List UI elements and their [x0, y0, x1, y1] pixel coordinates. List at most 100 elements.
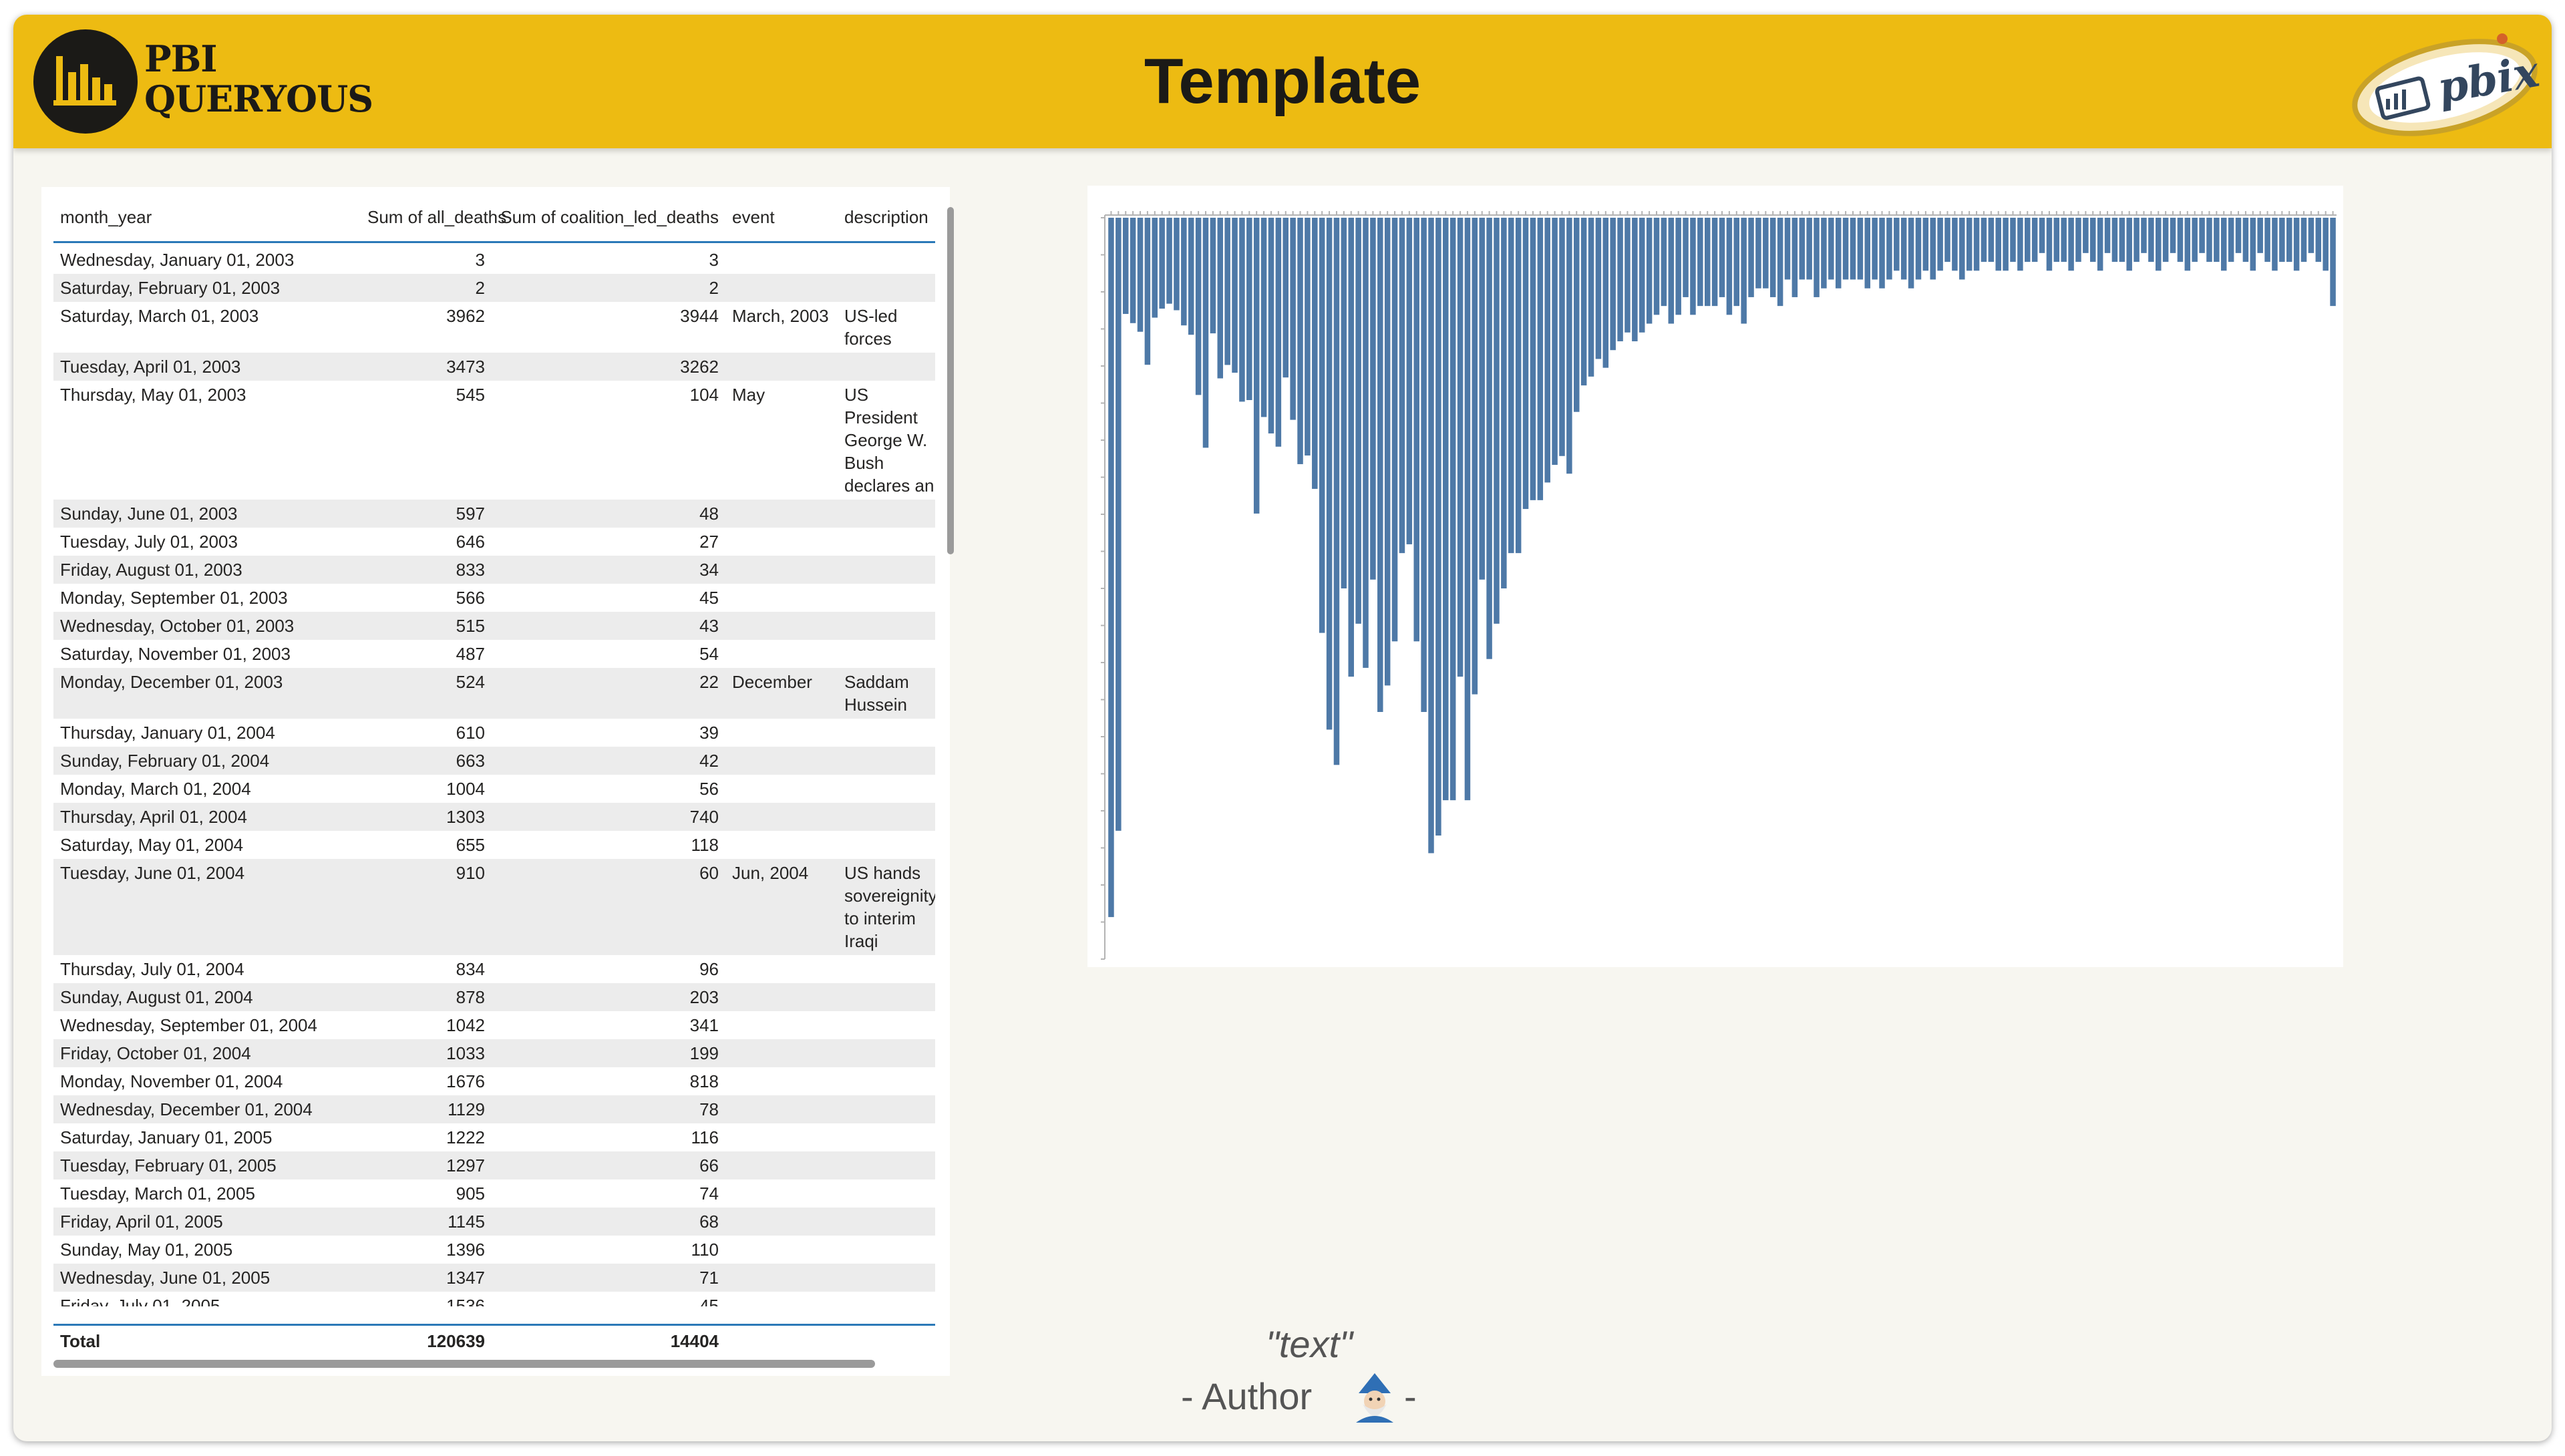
chart-bar[interactable] — [1370, 218, 1376, 580]
chart-bar[interactable] — [1253, 218, 1260, 514]
chart-bar[interactable] — [2111, 218, 2118, 262]
vertical-scrollbar[interactable] — [947, 207, 954, 554]
chart-bar[interactable] — [1828, 218, 1834, 280]
chart-bar[interactable] — [1319, 218, 1325, 633]
chart-bar[interactable] — [2003, 218, 2009, 271]
chart-bar[interactable] — [1719, 218, 1725, 297]
chart-bar[interactable] — [1421, 218, 1427, 712]
chart-bar[interactable] — [1537, 218, 1544, 500]
chart-bar[interactable] — [1683, 218, 1689, 297]
table-row[interactable]: Thursday, July 01, 2004 834 96 — [53, 955, 935, 983]
chart-bar[interactable] — [1944, 218, 1950, 262]
chart-bar[interactable] — [2104, 218, 2111, 253]
chart-bar[interactable] — [1908, 218, 1914, 289]
chart-bar[interactable] — [2061, 218, 2067, 262]
chart-bar[interactable] — [1122, 218, 1129, 315]
chart-bar[interactable] — [1239, 218, 1245, 402]
chart-bar[interactable] — [1377, 218, 1383, 712]
chart-bar[interactable] — [1690, 218, 1696, 315]
chart-bar[interactable] — [2148, 218, 2154, 262]
chart-bar[interactable] — [1930, 218, 1936, 280]
chart-bar[interactable] — [1806, 218, 1812, 280]
chart-bar[interactable] — [2025, 218, 2031, 262]
chart-bar[interactable] — [1799, 218, 1806, 280]
chart-bar[interactable] — [1552, 218, 1558, 465]
table-row[interactable]: Tuesday, February 01, 2005 1297 66 — [53, 1151, 935, 1179]
chart-bar[interactable] — [1711, 218, 1718, 307]
chart-bar[interactable] — [2308, 218, 2315, 253]
chart-bar[interactable] — [2257, 218, 2263, 253]
chart-bar[interactable] — [1399, 218, 1405, 554]
chart-bar[interactable] — [1355, 218, 1361, 624]
chart-bar[interactable] — [2156, 218, 2162, 271]
chart-bar[interactable] — [2170, 218, 2176, 253]
chart-bar[interactable] — [1704, 218, 1711, 307]
chart-bar[interactable] — [1995, 218, 2001, 271]
table-row[interactable]: Wednesday, October 01, 2003 515 43 — [53, 612, 935, 640]
deaths-table[interactable]: month_year Sum of all_deaths Sum of coal… — [41, 187, 954, 1376]
chart-bar[interactable] — [1108, 218, 1114, 918]
chart-bar[interactable] — [1326, 218, 1333, 730]
chart-bar[interactable] — [1675, 218, 1681, 315]
table-row[interactable]: Wednesday, June 01, 2005 1347 71 — [53, 1264, 935, 1292]
horizontal-scrollbar[interactable] — [53, 1360, 875, 1368]
chart-bar[interactable] — [1333, 218, 1340, 765]
chart-bar[interactable] — [2206, 218, 2212, 262]
chart-bar[interactable] — [1202, 218, 1209, 448]
chart-bar[interactable] — [1159, 218, 1165, 309]
table-row[interactable]: Thursday, May 01, 2003 545 104 May US Presid… — [53, 381, 935, 500]
chart-bar[interactable] — [1574, 218, 1580, 412]
chart-bar[interactable] — [1588, 218, 1594, 377]
chart-bar[interactable] — [1391, 218, 1398, 642]
chart-bar[interactable] — [1952, 218, 1958, 271]
chart-bar[interactable] — [1428, 218, 1434, 854]
chart-bar[interactable] — [1501, 218, 1507, 588]
chart-bar[interactable] — [1290, 218, 1296, 420]
chart-bar[interactable] — [1210, 218, 1216, 334]
chart-bar[interactable] — [1900, 218, 1907, 280]
chart-bar[interactable] — [2315, 218, 2322, 262]
chart-bar[interactable] — [1755, 218, 1761, 289]
chart-bar[interactable] — [2330, 218, 2336, 307]
chart-bar[interactable] — [2192, 218, 2198, 262]
chart-bar[interactable] — [2300, 218, 2307, 262]
chart-bar[interactable] — [1668, 218, 1675, 324]
chart-bar[interactable] — [1769, 218, 1776, 297]
table-row[interactable]: Friday, July 01, 2005 1536 45 — [53, 1292, 935, 1306]
chart-bar[interactable] — [1457, 218, 1464, 677]
column-header-month-year[interactable]: month_year — [60, 207, 152, 228]
table-row[interactable]: Monday, December 01, 2003 524 22 December Sa… — [53, 668, 935, 719]
chart-bar[interactable] — [1515, 218, 1522, 554]
table-row[interactable]: Tuesday, June 01, 2004 910 60 Jun, 2004 US h… — [53, 859, 935, 955]
chart-bar[interactable] — [2075, 218, 2081, 262]
chart-bar[interactable] — [1464, 218, 1471, 801]
chart-bar[interactable] — [1137, 218, 1144, 332]
chart-bar[interactable] — [2053, 218, 2060, 262]
table-row[interactable]: Monday, November 01, 2004 1676 818 — [53, 1067, 935, 1095]
chart-bar[interactable] — [2119, 218, 2125, 262]
chart-bar[interactable] — [2279, 218, 2285, 262]
table-row[interactable]: Saturday, February 01, 2003 2 2 — [53, 274, 935, 302]
chart-bar[interactable] — [1522, 218, 1529, 510]
chart-bar[interactable] — [1988, 218, 1995, 262]
chart-bar[interactable] — [2177, 218, 2184, 262]
chart-bar[interactable] — [1472, 218, 1478, 695]
chart-bar[interactable] — [1653, 218, 1660, 315]
table-row[interactable]: Wednesday, December 01, 2004 1129 78 — [53, 1095, 935, 1123]
table-row[interactable]: Tuesday, April 01, 2003 3473 3262 — [53, 353, 935, 381]
chart-bar[interactable] — [1973, 218, 1980, 271]
chart-bar[interactable] — [1777, 218, 1783, 307]
chart-bar[interactable] — [1260, 218, 1267, 417]
chart-bar[interactable] — [1130, 218, 1136, 323]
chart-bar[interactable] — [2083, 218, 2089, 253]
chart-bar[interactable] — [2242, 218, 2249, 262]
table-row[interactable]: Monday, September 01, 2003 566 45 — [53, 584, 935, 612]
chart-bar[interactable] — [2214, 218, 2220, 262]
chart-bar[interactable] — [2286, 218, 2292, 262]
chart-bar[interactable] — [2228, 218, 2234, 262]
chart-bar[interactable] — [2126, 218, 2132, 271]
chart-bar[interactable] — [1763, 218, 1769, 289]
table-row[interactable]: Sunday, August 01, 2004 878 203 — [53, 983, 935, 1011]
table-row[interactable]: Friday, October 01, 2004 1033 199 — [53, 1039, 935, 1067]
chart-bar[interactable] — [1726, 218, 1733, 315]
